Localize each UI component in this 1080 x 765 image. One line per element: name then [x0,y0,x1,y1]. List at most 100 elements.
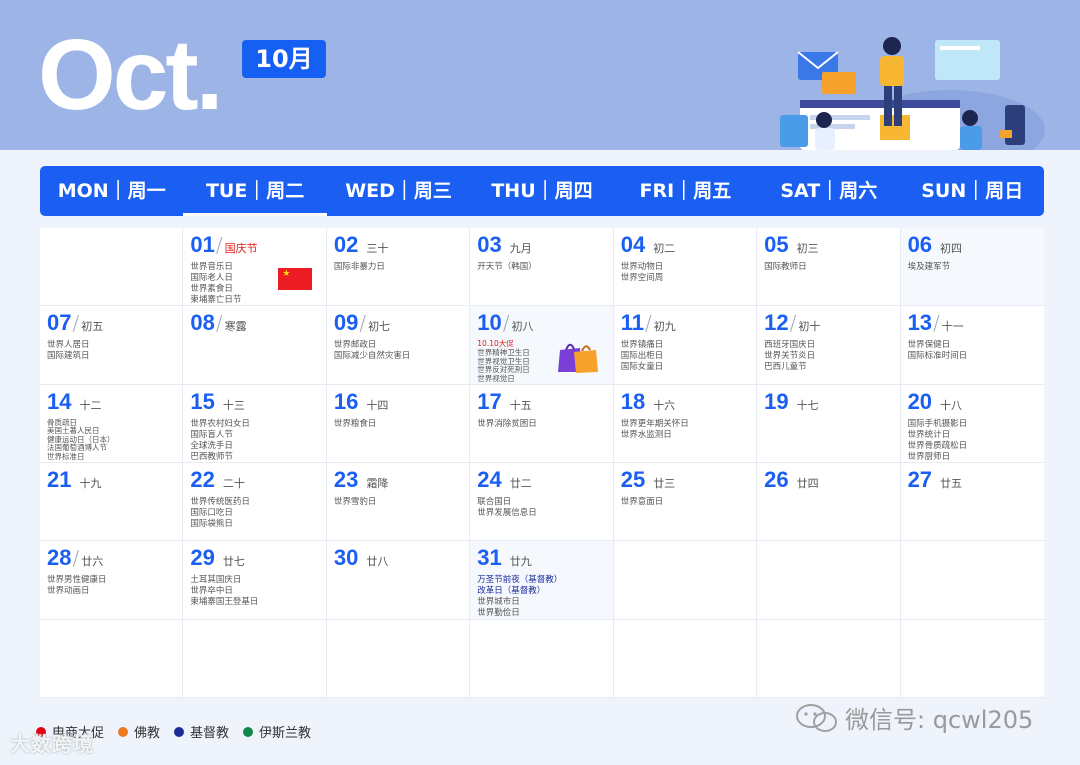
day-header: 20 十八 [908,389,1044,417]
event-list: 联合国日 世界发展信息日 [477,497,612,519]
day-cell: 25 廿三世界意面日 [613,463,758,542]
lunar-date: 初三 [796,242,819,255]
lunar-date: 廿七 [222,555,245,569]
event-list: 埃及建军节 [908,262,1044,273]
day-cell: 14 十二 骨质疏日 美国土著人民日 健康运动日（日本） 法国葡萄酒博人节 世界标准日 [40,384,184,463]
day-header: 14 十二 [47,389,182,417]
day-number: 10 [477,310,502,336]
day-header: 01/国庆节 [190,232,325,260]
watermark-wechat: 微信号: qcwl205 [795,700,1033,735]
event-list: 世界人居日 国际建筑日 [47,340,182,362]
event-item: 世界卒中日 [190,586,233,597]
lunar-date: 三十 [366,242,389,255]
shopping-bag-icon [558,344,599,374]
slash-divider: / [72,311,80,336]
lunar-date: 寒露 [224,320,247,334]
event-item: 国际口吃日 [190,508,233,518]
calendar-grid: 01/国庆节 世界音乐日 国际老人日 世界素食日 柬埔寨亡日节 ★ 02 三十 国际非暴力日 03… [40,228,1044,698]
legend-item-christianity: 基督教 [174,722,229,741]
event-item: 巴西教师节 [190,451,233,462]
weekday-fri: FRI｜周五 [639,180,732,202]
event-item: 国际建筑日 [47,351,90,362]
slash-divider: / [72,546,80,571]
event-item: 世界雪豹日 [333,497,377,507]
slash-divider: / [215,311,223,336]
lunar-date: 廿八 [366,555,389,569]
event-item: 全球洗手日 [190,440,233,451]
day-cell: 08/寒露 [183,306,327,385]
event-item: 国际出柜日 [620,351,664,362]
event-list: 骨质疏日 美国土著人民日 健康运动日（日本） 法国葡萄酒博人节 世界标准日 [47,418,182,462]
day-cell: 17 十五 世界消除贫困日 [470,384,614,463]
day-number: 01 [190,232,215,257]
day-header: 09/初七 [334,310,469,338]
event-item: 柬埔寨亡日节 [190,295,242,305]
event-list: 西班牙国庆日 世界关节炎日 巴西儿童节 [764,340,899,373]
event-item: 世界发展信息日 [477,508,537,518]
wechat-icon [796,703,837,732]
day-number: 28 [47,545,72,571]
lunar-date: 廿六 [81,555,104,569]
legend-label: 伊斯兰教 [259,726,312,741]
day-number: 26 [764,467,789,492]
legend-item-islam: 伊斯兰教 [243,722,311,741]
day-number: 02 [333,232,359,257]
event-item: 世界男性健康日 [47,575,107,586]
event-item: 国际盲人节 [190,429,233,440]
event-list: 世界保健日 国际标准时间日 [908,340,1044,362]
day-cell: 02 三十 国际非暴力日 [326,228,471,307]
empty-cell [40,228,184,307]
event-item: 埃及建军节 [907,262,951,272]
day-cell: 01/国庆节 世界音乐日 国际老人日 世界素食日 柬埔寨亡日节 ★ [183,228,327,307]
event-item: 万圣节前夜（基督教） [477,575,563,586]
event-item: 世界意面日 [620,497,664,507]
day-cell: 23 霜降 世界雪豹日 [326,463,471,542]
event-item: 世界粮食日 [333,418,377,429]
weekday-sat: SAT｜周六 [780,180,878,202]
event-item: 世界更年期关怀日 [620,418,689,429]
day-number: 20 [907,388,933,414]
event-item: 西班牙国庆日 [764,340,816,351]
event-item: 国际袋熊日 [190,519,233,529]
day-header: 13/十一 [908,310,1044,338]
day-number: 18 [620,388,646,414]
office-illustration [780,37,1045,150]
day-number: 25 [620,467,646,492]
day-number: 07 [47,310,72,336]
slash-divider: / [359,311,367,336]
lunar-date: 廿四 [796,477,819,490]
day-cell: 06 初四 埃及建军节 [900,228,1044,307]
day-cell: 20 十八 国际手机摄影日 世界统计日 世界骨质疏松日 世界厨师日 [900,384,1044,463]
event-item: 世界厨师日 [907,451,951,462]
day-header: 25 廿三 [621,467,756,495]
event-list: 世界镇痛日 国际出柜日 国际女童日 [621,340,756,373]
day-cell: 22 二十 世界传统医药日 国际口吃日 国际袋熊日 [183,463,327,542]
day-cell: 10/初八 10.10大促 世界精神卫生日 世界视觉卫生日 世界反对死刑日 世界视觉日 [470,306,614,385]
legend-label: 佛教 [134,726,161,741]
lunar-date: 初四 [940,242,963,255]
empty-cell [613,619,758,698]
event-list: 世界意面日 [621,497,756,508]
star-icon: ★ [282,269,291,279]
day-header: 21 十九 [47,467,182,495]
legend-dot [243,726,254,737]
day-cell: 05 初三 国际教师日 [757,228,901,307]
event-item: 联合国日 [477,497,512,507]
slash-divider: / [215,233,223,257]
event-item: 世界骨质疏松日 [907,440,968,451]
event-list: 世界雪豹日 [334,497,469,508]
day-header: 28/廿六 [47,545,182,573]
day-header: 04 初二 [621,232,756,260]
lunar-date: 十九 [79,477,102,490]
day-header: 31 廿九 [477,545,612,573]
lunar-date: 初八 [511,320,534,334]
event-list: 世界消除贫困日 [477,419,612,430]
empty-cell [326,619,471,698]
day-number: 17 [477,388,502,414]
day-header: 15 十三 [190,389,325,417]
event-item: 国际标准时间日 [907,351,968,362]
lunar-date: 十三 [222,398,245,412]
event-item: 世界关节炎日 [764,351,816,362]
event-list: 世界男性健康日 世界动画日 [47,575,182,597]
day-header: 26 廿四 [764,467,899,495]
